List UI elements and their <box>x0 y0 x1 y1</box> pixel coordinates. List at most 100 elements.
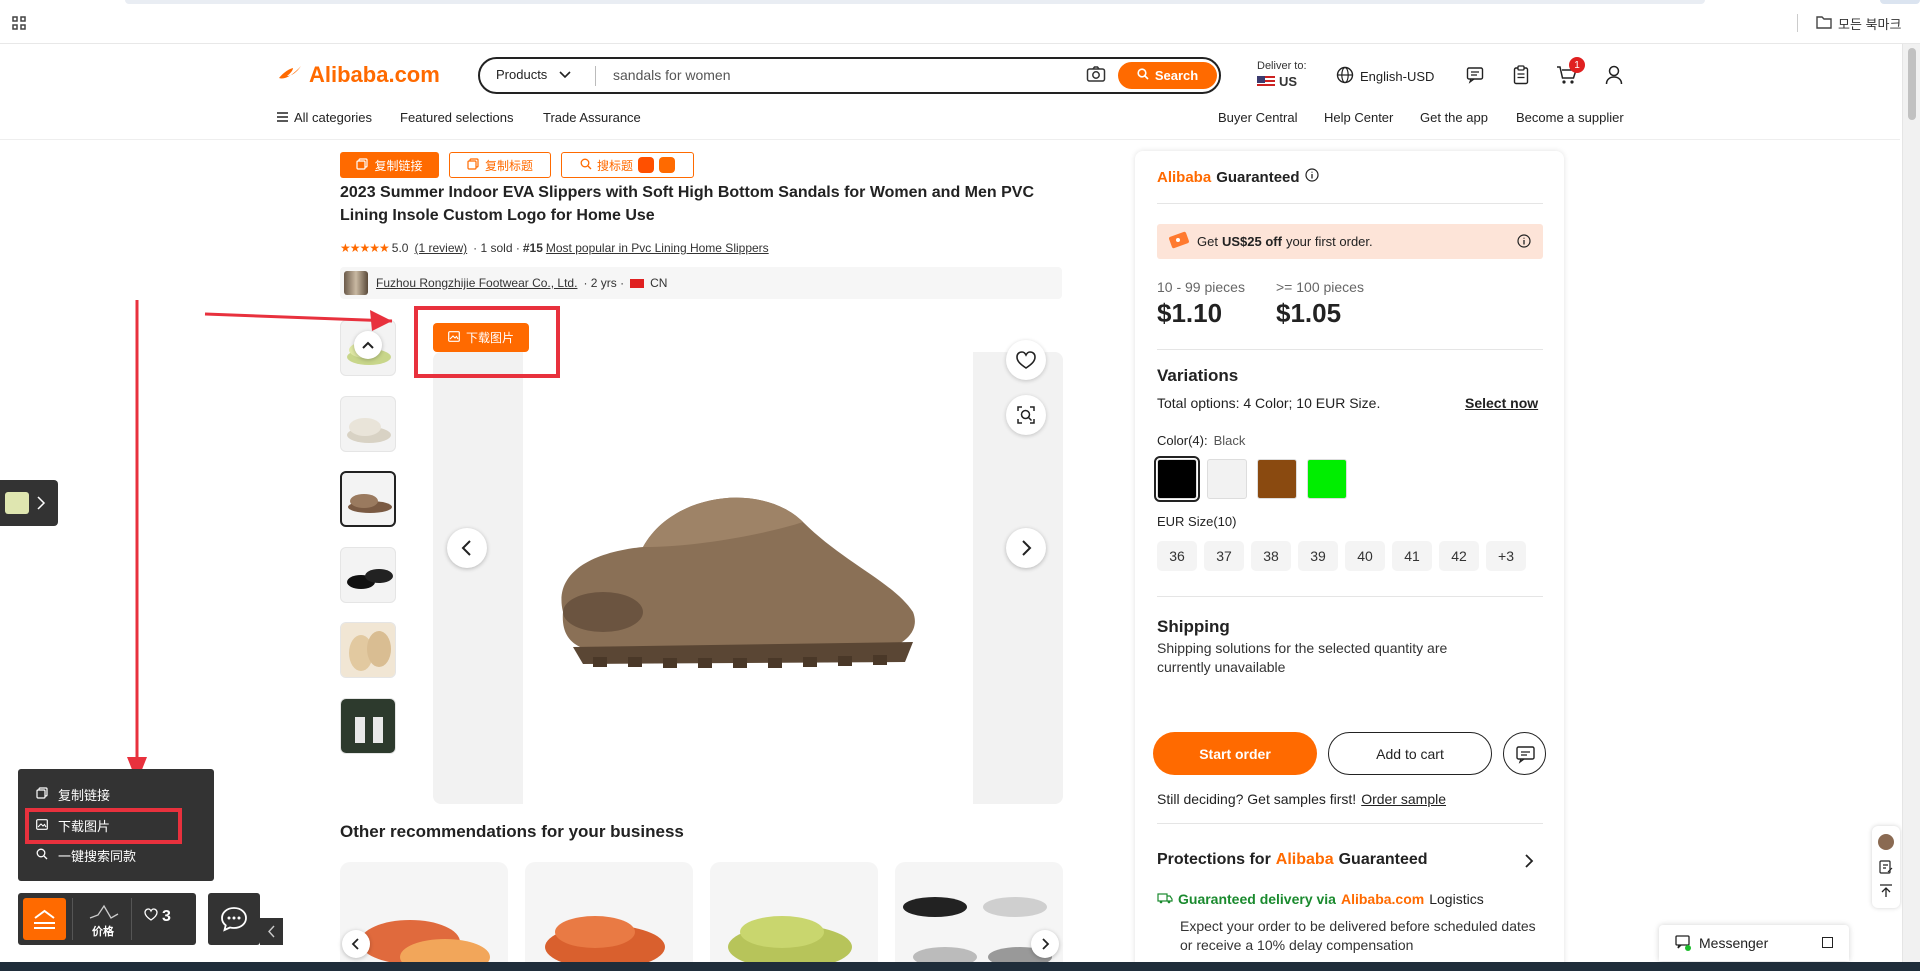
delivery-brand: Alibaba.com <box>1340 891 1425 907</box>
chevron-right-icon <box>37 496 46 510</box>
recommendations-prev-button[interactable] <box>342 930 370 958</box>
chat-supplier-button[interactable] <box>1503 732 1546 775</box>
promo-banner: Get US$25 off your first order. <box>1157 224 1543 259</box>
protections-title[interactable]: Protections for Alibaba Guaranteed <box>1157 851 1428 869</box>
maximize-icon[interactable] <box>1822 937 1833 948</box>
color-swatch-green[interactable] <box>1307 459 1347 499</box>
color-swatch-black[interactable] <box>1154 456 1200 502</box>
feedback-icon[interactable] <box>1879 860 1893 879</box>
recommendations-next-button[interactable] <box>1031 930 1059 958</box>
search-icon <box>36 848 48 863</box>
trend-line-icon <box>89 904 119 919</box>
total-options: Total options: 4 Color; 10 EUR Size. <box>1157 395 1381 411</box>
recommendations-title: Other recommendations for your business <box>340 822 684 841</box>
size-chip[interactable]: 36 <box>1157 541 1197 571</box>
size-label: EUR Size(10) <box>1157 514 1237 529</box>
extension-toolbar: 价格 3 <box>18 893 196 945</box>
coupon-icon <box>1167 230 1193 253</box>
floating-tools <box>1872 826 1900 908</box>
chevron-left-icon <box>351 938 359 950</box>
menu-copy-link[interactable]: 复制链接 <box>36 785 110 804</box>
guaranteed-header: Alibaba Guaranteed <box>1157 168 1319 186</box>
chevron-right-icon <box>1042 938 1050 950</box>
back-to-top-icon[interactable] <box>1879 884 1893 903</box>
messenger-label: Messenger <box>1699 935 1769 951</box>
size-chip[interactable]: +3 <box>1486 541 1526 571</box>
side-history-tab[interactable] <box>0 480 58 526</box>
divider <box>1157 823 1543 824</box>
size-chip[interactable]: 42 <box>1439 541 1479 571</box>
variations-title: Variations <box>1157 366 1239 385</box>
size-chip[interactable]: 38 <box>1251 541 1291 571</box>
annotation-box-menu-download <box>25 808 182 844</box>
start-order-button[interactable]: Start order <box>1153 732 1317 775</box>
protections-prefix: Protections for <box>1157 851 1271 868</box>
tier1-quantity: 10 - 99 pieces <box>1157 279 1245 295</box>
history-thumbnail <box>5 492 29 514</box>
divider <box>1157 349 1543 350</box>
size-chip[interactable]: 37 <box>1204 541 1244 571</box>
add-to-cart-button[interactable]: Add to cart <box>1328 732 1492 775</box>
delivery-text: Expect your order to be delivered before… <box>1180 918 1536 953</box>
color-selected: Black <box>1213 433 1246 448</box>
select-now-link[interactable]: Select now <box>1465 395 1538 411</box>
size-chip[interactable]: 40 <box>1345 541 1385 571</box>
shipping-title: Shipping <box>1157 617 1230 636</box>
messenger-icon <box>1675 934 1691 952</box>
page-scrollbar[interactable] <box>1902 44 1920 962</box>
truck-icon <box>1157 891 1173 907</box>
scrollbar-thumb[interactable] <box>1908 48 1916 120</box>
promo-amount: US$25 off <box>1221 234 1282 249</box>
chevron-left-icon <box>268 925 275 938</box>
taskbar <box>0 962 1920 971</box>
size-chip[interactable]: 39 <box>1298 541 1338 571</box>
copy-icon <box>36 787 48 802</box>
promo-suffix: your first order. <box>1285 234 1373 249</box>
recommendation-card[interactable] <box>525 862 693 971</box>
protections-brand: Alibaba <box>1275 851 1334 868</box>
delivery-suffix: Logistics <box>1429 891 1484 907</box>
size-chips: 36 37 38 39 40 41 42 +3 <box>1157 541 1526 571</box>
messenger-bar[interactable]: Messenger <box>1659 925 1849 961</box>
tier2-quantity: >= 100 pieces <box>1276 279 1364 295</box>
guaranteed-delivery-row: Guaranteed delivery via Alibaba.com Logi… <box>1157 891 1484 907</box>
favorites-count[interactable]: 3 <box>144 908 171 926</box>
recommendation-card[interactable] <box>710 862 878 971</box>
divider <box>1157 203 1543 204</box>
delivery-prefix: Guaranteed delivery via <box>1178 891 1336 907</box>
extension-home-button[interactable] <box>23 898 66 940</box>
info-icon[interactable] <box>1304 168 1319 186</box>
chat-bubble-icon <box>221 907 247 932</box>
menu-search-similar[interactable]: 一键搜索同款 <box>36 846 136 865</box>
samples-row: Still deciding? Get samples first! Order… <box>1157 791 1446 807</box>
collapse-toolbar-button[interactable] <box>260 918 283 945</box>
color-label-row: Color(4): Black <box>1157 433 1245 448</box>
shipping-text: Shipping solutions for the selected quan… <box>1157 640 1448 675</box>
divider <box>1157 596 1543 597</box>
extension-chat-button[interactable] <box>208 893 260 945</box>
samples-text: Still deciding? Get samples first! <box>1157 791 1357 807</box>
promo-prefix: Get <box>1197 234 1218 249</box>
avatar[interactable] <box>1878 834 1894 850</box>
color-label: Color(4): <box>1157 433 1208 448</box>
heart-icon <box>144 908 158 926</box>
chevron-right-icon[interactable] <box>1523 853 1535 874</box>
price-label: 价格 <box>92 926 114 938</box>
menu-copy-link-label: 复制链接 <box>58 788 111 803</box>
price-trend-button[interactable]: 价格 <box>72 898 132 940</box>
color-swatches <box>1154 456 1347 502</box>
color-swatch-white[interactable] <box>1207 459 1247 499</box>
order-sample-link[interactable]: Order sample <box>1361 791 1446 807</box>
stack-icon <box>34 909 55 929</box>
guaranteed-word: Guaranteed <box>1216 168 1300 186</box>
tier1-price: $1.10 <box>1157 298 1223 328</box>
info-icon[interactable] <box>1517 234 1531 251</box>
color-swatch-brown[interactable] <box>1257 459 1297 499</box>
annotation-box-download-button <box>414 306 560 378</box>
size-chip[interactable]: 41 <box>1392 541 1432 571</box>
message-icon <box>1516 746 1535 764</box>
annotation-arrows <box>127 300 393 782</box>
tier2-price: $1.05 <box>1276 298 1342 328</box>
guaranteed-brand: Alibaba <box>1157 168 1212 186</box>
fav-count-value: 3 <box>162 908 171 925</box>
